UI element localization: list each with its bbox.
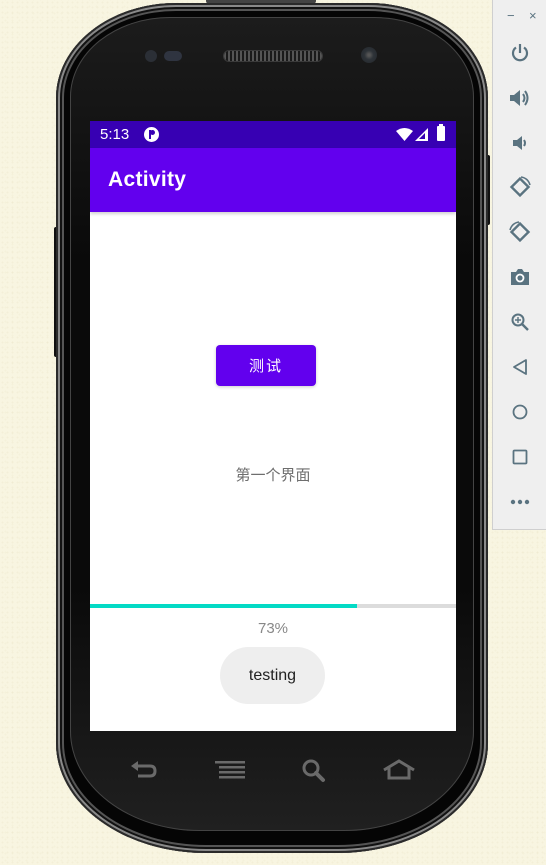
rotate-right-button[interactable]	[493, 214, 546, 250]
light-sensor	[164, 51, 182, 61]
more-button[interactable]	[493, 484, 546, 520]
more-icon	[510, 499, 530, 505]
notification-app-icon	[144, 127, 159, 142]
device-screen: 5:13 Activity 测试 第一个界面 73% testing	[90, 121, 456, 731]
progress-bar	[90, 604, 456, 608]
zoom-in-icon	[511, 313, 529, 331]
wifi-icon	[396, 128, 413, 141]
back-triangle-icon	[513, 359, 527, 375]
app-bar-title: Activity	[108, 168, 187, 191]
earpiece-speaker	[224, 51, 322, 61]
progress-percent-text: 73%	[257, 620, 289, 637]
progress-bar-fill	[90, 604, 358, 608]
back-icon[interactable]	[128, 757, 158, 783]
volume-down-button[interactable]	[493, 125, 546, 161]
volume-down-icon	[513, 136, 526, 150]
overview-square-icon	[512, 449, 528, 465]
search-icon[interactable]	[299, 757, 329, 783]
page-label: 第一个界面	[235, 466, 311, 484]
rotate-right-icon	[509, 221, 531, 243]
front-camera	[361, 47, 377, 63]
zoom-button[interactable]	[493, 304, 546, 340]
overview-nav-button[interactable]	[493, 439, 546, 475]
close-button[interactable]: ×	[529, 8, 537, 23]
screenshot-button[interactable]	[493, 259, 546, 295]
status-time: 5:13	[100, 126, 130, 143]
home-circle-icon	[512, 404, 528, 420]
camera-icon	[511, 269, 529, 285]
volume-up-icon	[510, 90, 529, 106]
app-bar: Activity	[90, 148, 456, 212]
menu-icon[interactable]	[215, 757, 245, 783]
minimize-button[interactable]: −	[507, 8, 515, 23]
power-icon	[511, 44, 529, 62]
back-nav-button[interactable]	[493, 349, 546, 385]
test-button[interactable]: 测试	[216, 345, 316, 386]
status-bar: 5:13	[90, 121, 456, 148]
emulator-toolbar: − ×	[492, 0, 546, 530]
battery-icon	[437, 124, 445, 141]
power-button[interactable]	[493, 35, 546, 71]
rotate-left-icon	[509, 176, 531, 198]
signal-icon	[415, 128, 428, 141]
rotate-left-button[interactable]	[493, 169, 546, 205]
volume-up-button[interactable]	[493, 80, 546, 116]
toast-text: testing	[248, 666, 297, 684]
proximity-sensor	[145, 50, 157, 62]
home-icon[interactable]	[382, 757, 416, 783]
toast-message: testing	[220, 647, 325, 704]
home-nav-button[interactable]	[493, 394, 546, 430]
